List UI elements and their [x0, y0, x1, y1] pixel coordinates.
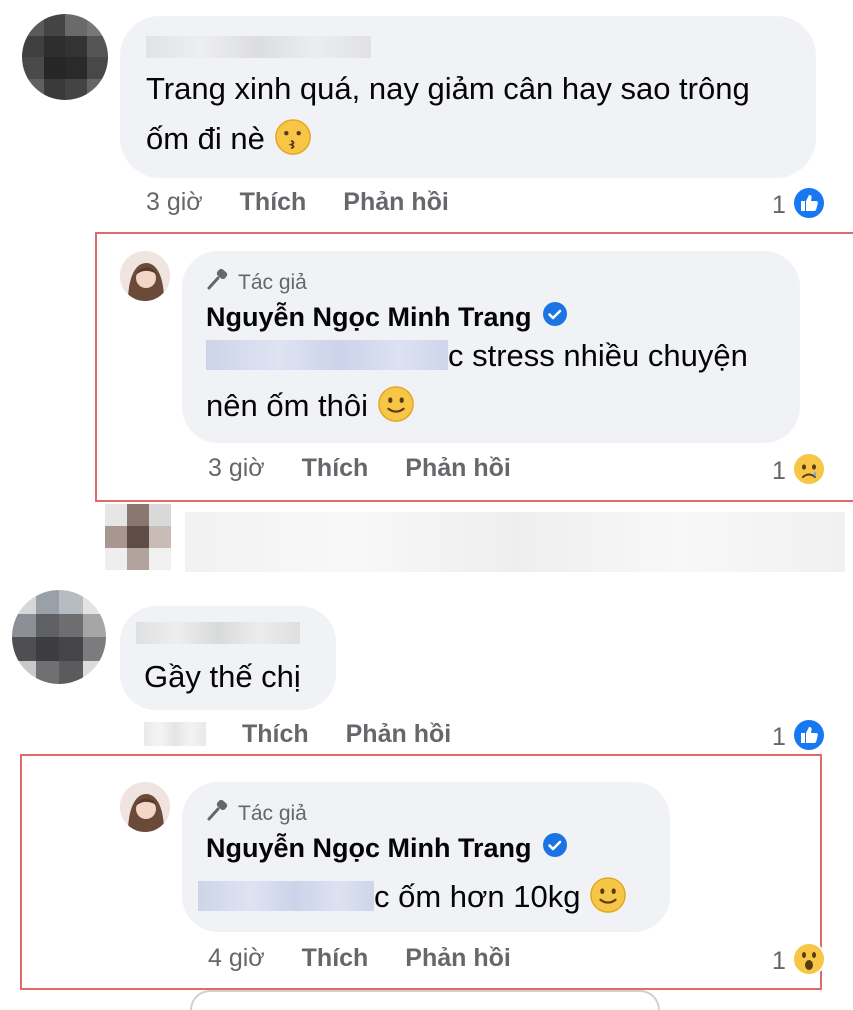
author-badge-label: Tác giả — [238, 802, 307, 825]
reaction-count: 1 — [772, 723, 786, 751]
smile-emoji-icon — [589, 876, 627, 914]
reply-actions: 3 giờ Thích Phản hồi — [208, 454, 511, 483]
commenter-avatar[interactable] — [12, 590, 106, 684]
timestamp[interactable]: 3 giờ — [208, 454, 265, 482]
next-comment-edge — [190, 990, 660, 1010]
comment-actions: Thích Phản hồi — [242, 720, 451, 749]
author-name[interactable]: Nguyễn Ngọc Minh Trang — [206, 832, 568, 865]
wow-icon — [791, 942, 826, 981]
kissing-emoji-icon — [274, 118, 312, 156]
author-badge-label: Tác giả — [238, 271, 307, 294]
verified-badge-icon — [542, 832, 568, 865]
like-button[interactable]: Thích — [240, 188, 307, 216]
smile-emoji-icon — [377, 385, 415, 423]
comment-bubble: Trang xinh quá, nay giảm cân hay sao trô… — [120, 16, 816, 178]
author-name-label[interactable]: Nguyễn Ngọc Minh Trang — [206, 833, 532, 864]
timestamp[interactable]: 3 giờ — [146, 188, 203, 216]
like-button[interactable]: Thích — [242, 720, 309, 748]
like-icon — [791, 718, 826, 757]
author-name-label[interactable]: Nguyễn Ngọc Minh Trang — [206, 302, 532, 333]
sad-icon — [791, 452, 826, 491]
blurred-reply-avatar[interactable] — [105, 504, 171, 570]
reply-text: c ốm hơn 10kg — [198, 872, 668, 922]
comment-bubble: Gầy thế chị — [120, 606, 336, 710]
author-avatar[interactable] — [120, 782, 170, 832]
blurred-commenter-name[interactable] — [136, 622, 300, 644]
reply-button[interactable]: Phản hồi — [405, 944, 511, 972]
reaction-summary[interactable]: 1 — [772, 452, 826, 491]
reply-button[interactable]: Phản hồi — [343, 188, 449, 216]
timestamp[interactable]: 4 giờ — [208, 944, 265, 972]
reply-bubble: Tác giả Nguyễn Ngọc Minh Trang c ốm hơn … — [182, 782, 670, 932]
blurred-timestamp — [144, 722, 206, 746]
reply-bubble: Tác giả Nguyễn Ngọc Minh Trang c stress … — [182, 251, 800, 443]
microphone-icon — [206, 799, 232, 828]
microphone-icon — [206, 268, 232, 297]
reaction-count: 1 — [772, 947, 786, 975]
blurred-text — [206, 340, 448, 370]
author-name[interactable]: Nguyễn Ngọc Minh Trang — [206, 301, 568, 334]
reply-button[interactable]: Phản hồi — [346, 720, 452, 748]
reaction-summary[interactable]: 1 — [772, 186, 826, 225]
reply-text: c stress nhiều chuyện nên ốm thôi — [206, 338, 748, 423]
reply-button[interactable]: Phản hồi — [405, 454, 511, 482]
blurred-text — [198, 881, 374, 911]
reaction-count: 1 — [772, 191, 786, 219]
comment-text: Gầy thế chị — [144, 659, 301, 694]
reaction-summary[interactable]: 1 — [772, 718, 826, 757]
author-badge: Tác giả — [206, 799, 307, 828]
like-icon — [791, 186, 826, 225]
comment-actions: 3 giờ Thích Phản hồi — [146, 188, 449, 217]
reaction-summary[interactable]: 1 — [772, 942, 826, 981]
like-button[interactable]: Thích — [302, 944, 369, 972]
blurred-commenter-name[interactable] — [146, 36, 371, 58]
comment-text: Trang xinh quá, nay giảm cân hay sao trô… — [146, 71, 750, 156]
commenter-avatar[interactable] — [22, 14, 108, 100]
reaction-count: 1 — [772, 457, 786, 485]
author-badge: Tác giả — [206, 268, 307, 297]
blurred-reply-content — [185, 512, 845, 572]
verified-badge-icon — [542, 301, 568, 334]
reply-actions: 4 giờ Thích Phản hồi — [208, 944, 511, 973]
author-avatar[interactable] — [120, 251, 170, 301]
like-button[interactable]: Thích — [302, 454, 369, 482]
